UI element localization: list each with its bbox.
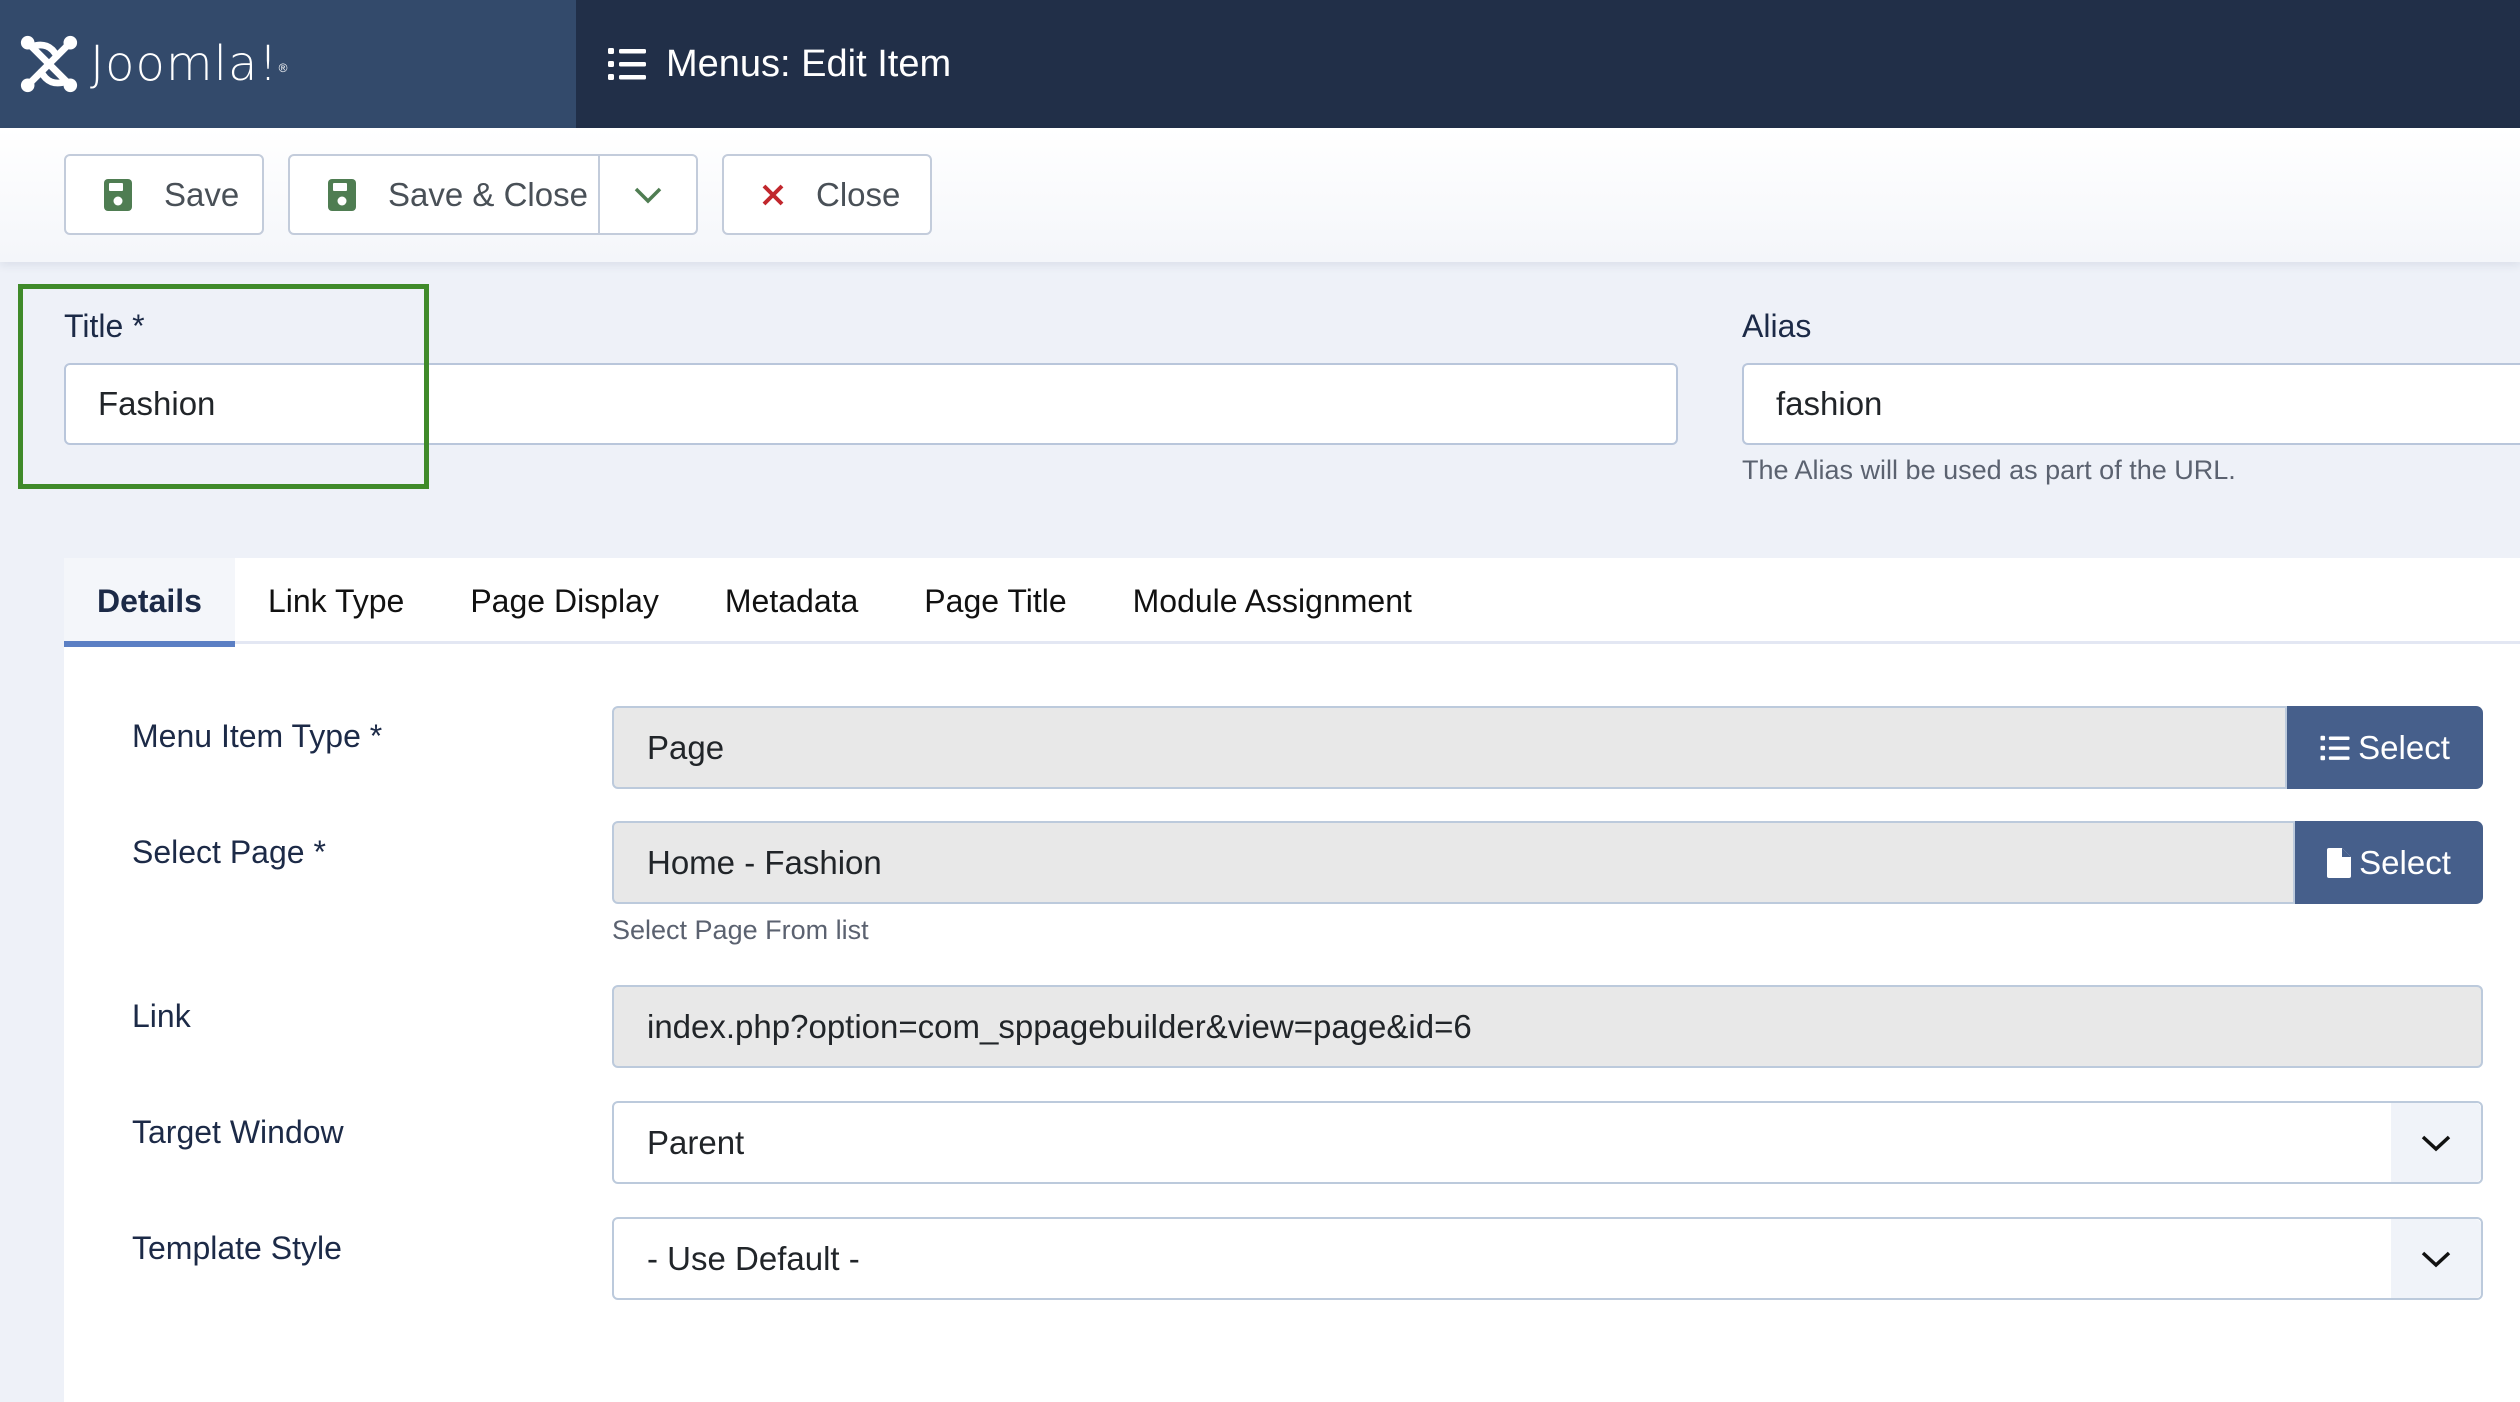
brand-registered-mark: ® xyxy=(278,61,288,75)
template-style-select[interactable]: - Use Default - xyxy=(612,1217,2483,1300)
target-window-value: Parent xyxy=(647,1123,745,1161)
alias-help-text: The Alias will be used as part of the UR… xyxy=(1742,455,2236,485)
save-button[interactable]: Save xyxy=(64,154,264,235)
page-title-area: Menus: Edit Item xyxy=(608,0,951,128)
save-and-close-button-group: Save & Close xyxy=(288,154,698,235)
target-window-label: Target Window xyxy=(132,1114,344,1150)
target-window-select[interactable]: Parent xyxy=(612,1101,2483,1184)
select-button-label: Select xyxy=(2359,843,2451,881)
tab-page-title[interactable]: Page Title xyxy=(891,558,1099,644)
top-header: Joomla! ® Menus: Edit Item xyxy=(0,0,2520,128)
chevron-down-icon xyxy=(634,187,662,203)
alias-input[interactable]: fashion xyxy=(1742,363,2520,445)
select-page-field: Home - Fashion xyxy=(612,821,2295,904)
tab-link-type[interactable]: Link Type xyxy=(235,558,437,644)
close-label: Close xyxy=(816,175,901,213)
floppy-disk-icon xyxy=(104,178,132,211)
floppy-disk-icon xyxy=(328,178,356,211)
x-icon xyxy=(762,184,784,206)
toolbar: Save Save & Close Close xyxy=(0,128,2520,262)
joomla-logo[interactable]: Joomla! ® xyxy=(0,0,576,128)
link-field: index.php?option=com_sppagebuilder&view=… xyxy=(612,985,2483,1068)
edit-item-tabs-panel: Details Link Type Page Display Metadata … xyxy=(64,558,2520,1402)
select-page-button[interactable]: Select xyxy=(2295,821,2483,904)
joomla-logo-icon xyxy=(20,35,78,93)
list-icon xyxy=(608,48,646,80)
link-label: Link xyxy=(132,998,191,1034)
save-label: Save xyxy=(164,175,240,213)
save-and-close-button[interactable]: Save & Close xyxy=(290,156,600,233)
menu-item-type-select-button[interactable]: Select xyxy=(2287,706,2483,789)
tab-bar: Details Link Type Page Display Metadata … xyxy=(64,558,2520,647)
title-label: Title * xyxy=(64,308,145,344)
brand-name: Joomla! xyxy=(90,36,279,92)
select-page-label: Select Page * xyxy=(132,834,326,870)
select-button-label: Select xyxy=(2358,728,2450,766)
chevron-down-icon xyxy=(2391,1219,2481,1298)
title-input[interactable]: Fashion xyxy=(64,363,1678,445)
select-page-help-text: Select Page From list xyxy=(612,915,869,945)
page-title: Menus: Edit Item xyxy=(666,42,952,85)
close-button[interactable]: Close xyxy=(722,154,932,235)
chevron-down-icon xyxy=(2391,1103,2481,1182)
template-style-value: - Use Default - xyxy=(647,1239,860,1277)
list-icon xyxy=(2320,735,2350,760)
tab-metadata[interactable]: Metadata xyxy=(692,558,891,644)
menu-item-type-label: Menu Item Type * xyxy=(132,718,383,754)
menu-item-type-field: Page xyxy=(612,706,2287,789)
template-style-label: Template Style xyxy=(132,1230,342,1266)
save-options-dropdown-toggle[interactable] xyxy=(598,156,696,233)
file-icon xyxy=(2327,847,2352,878)
save-and-close-label: Save & Close xyxy=(388,175,588,213)
alias-label: Alias xyxy=(1742,308,1812,344)
tab-page-display[interactable]: Page Display xyxy=(437,558,692,644)
tab-details[interactable]: Details xyxy=(64,558,235,647)
tab-module-assignment[interactable]: Module Assignment xyxy=(1100,558,1445,644)
